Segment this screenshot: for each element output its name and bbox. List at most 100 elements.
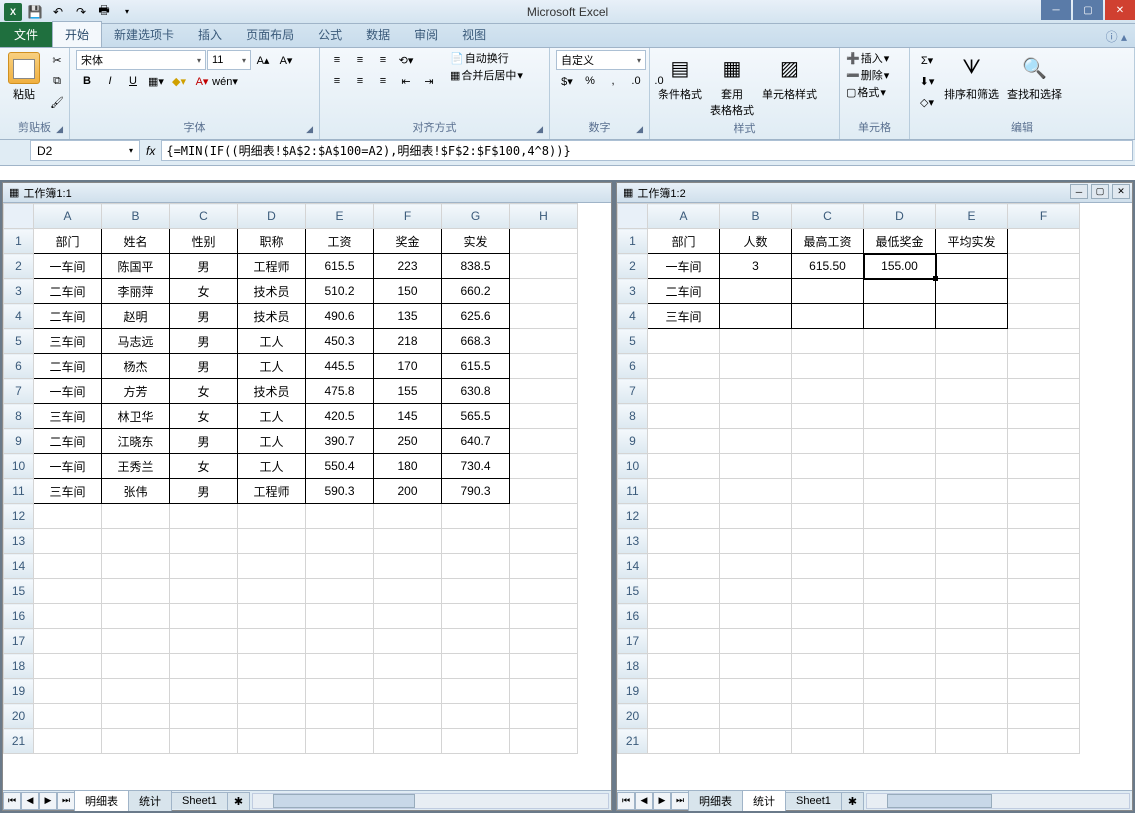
cell-A2[interactable]: 一车间 bbox=[34, 254, 102, 279]
cell-r-C5[interactable] bbox=[792, 329, 864, 354]
cell-H12[interactable] bbox=[510, 504, 578, 529]
tab-nav-last-r[interactable]: ⏭ bbox=[671, 792, 689, 810]
row-header-r-21[interactable]: 21 bbox=[618, 729, 648, 754]
cell-G8[interactable]: 565.5 bbox=[442, 404, 510, 429]
cell-r-F19[interactable] bbox=[1008, 679, 1080, 704]
tab-home[interactable]: 开始 bbox=[52, 21, 102, 47]
cell-r-B8[interactable] bbox=[720, 404, 792, 429]
cell-H19[interactable] bbox=[510, 679, 578, 704]
cell-r-B3[interactable] bbox=[720, 279, 792, 304]
cell-B2[interactable]: 陈国平 bbox=[102, 254, 170, 279]
cell-E15[interactable] bbox=[306, 579, 374, 604]
cell-r-B10[interactable] bbox=[720, 454, 792, 479]
tab-nav-first[interactable]: ⏮ bbox=[3, 792, 21, 810]
maximize-button[interactable]: ▢ bbox=[1073, 0, 1103, 20]
cell-B11[interactable]: 张伟 bbox=[102, 479, 170, 504]
col-header-E[interactable]: E bbox=[306, 204, 374, 229]
cell-r-E8[interactable] bbox=[936, 404, 1008, 429]
cell-F18[interactable] bbox=[374, 654, 442, 679]
cell-G14[interactable] bbox=[442, 554, 510, 579]
cell-r-F14[interactable] bbox=[1008, 554, 1080, 579]
row-header-r-19[interactable]: 19 bbox=[618, 679, 648, 704]
cell-r-F11[interactable] bbox=[1008, 479, 1080, 504]
cell-D3[interactable]: 技术员 bbox=[238, 279, 306, 304]
cell-r-E5[interactable] bbox=[936, 329, 1008, 354]
cell-H9[interactable] bbox=[510, 429, 578, 454]
cell-r-F5[interactable] bbox=[1008, 329, 1080, 354]
help-icon[interactable]: ⓘ ▴ bbox=[1106, 28, 1127, 45]
cell-r-F3[interactable] bbox=[1008, 279, 1080, 304]
sheet-tab-sheet1[interactable]: Sheet1 bbox=[171, 792, 228, 809]
cell-F1[interactable]: 奖金 bbox=[374, 229, 442, 254]
shrink-font-button[interactable]: A▾ bbox=[275, 50, 297, 70]
inc-decimal-button[interactable]: .0 bbox=[625, 71, 647, 91]
cell-r-E10[interactable] bbox=[936, 454, 1008, 479]
cell-r-A12[interactable] bbox=[648, 504, 720, 529]
cell-D2[interactable]: 工程师 bbox=[238, 254, 306, 279]
cell-r-F8[interactable] bbox=[1008, 404, 1080, 429]
row-header-r-11[interactable]: 11 bbox=[618, 479, 648, 504]
cell-r-C10[interactable] bbox=[792, 454, 864, 479]
minimize-button[interactable]: ─ bbox=[1041, 0, 1071, 20]
cell-E13[interactable] bbox=[306, 529, 374, 554]
row-header-r-4[interactable]: 4 bbox=[618, 304, 648, 329]
cell-E18[interactable] bbox=[306, 654, 374, 679]
cell-A4[interactable]: 二车间 bbox=[34, 304, 102, 329]
cell-r-B2[interactable]: 3 bbox=[720, 254, 792, 279]
cell-A15[interactable] bbox=[34, 579, 102, 604]
cell-F6[interactable]: 170 bbox=[374, 354, 442, 379]
cell-r-C20[interactable] bbox=[792, 704, 864, 729]
row-header-18[interactable]: 18 bbox=[4, 654, 34, 679]
cell-r-D7[interactable] bbox=[864, 379, 936, 404]
cell-A13[interactable] bbox=[34, 529, 102, 554]
cell-E4[interactable]: 490.6 bbox=[306, 304, 374, 329]
tab-nav-next-r[interactable]: ▶ bbox=[653, 792, 671, 810]
cell-A11[interactable]: 三车间 bbox=[34, 479, 102, 504]
cell-r-A13[interactable] bbox=[648, 529, 720, 554]
cell-r-E12[interactable] bbox=[936, 504, 1008, 529]
cell-D15[interactable] bbox=[238, 579, 306, 604]
border-button[interactable]: ▦▾ bbox=[145, 71, 167, 91]
cell-D21[interactable] bbox=[238, 729, 306, 754]
cell-r-D17[interactable] bbox=[864, 629, 936, 654]
cell-r-C18[interactable] bbox=[792, 654, 864, 679]
cell-C21[interactable] bbox=[170, 729, 238, 754]
row-header-r-3[interactable]: 3 bbox=[618, 279, 648, 304]
autosum-button[interactable]: Σ▾ bbox=[916, 50, 938, 70]
col-header-r-F[interactable]: F bbox=[1008, 204, 1080, 229]
cell-A6[interactable]: 二车间 bbox=[34, 354, 102, 379]
cell-C4[interactable]: 男 bbox=[170, 304, 238, 329]
cell-r-A7[interactable] bbox=[648, 379, 720, 404]
row-header-r-15[interactable]: 15 bbox=[618, 579, 648, 604]
cell-C1[interactable]: 性别 bbox=[170, 229, 238, 254]
cell-E12[interactable] bbox=[306, 504, 374, 529]
cell-B17[interactable] bbox=[102, 629, 170, 654]
cell-r-D5[interactable] bbox=[864, 329, 936, 354]
italic-button[interactable]: I bbox=[99, 71, 121, 91]
cell-r-F16[interactable] bbox=[1008, 604, 1080, 629]
new-sheet-button-r[interactable]: ✱ bbox=[841, 792, 864, 810]
row-header-r-5[interactable]: 5 bbox=[618, 329, 648, 354]
cell-D14[interactable] bbox=[238, 554, 306, 579]
bold-button[interactable]: B bbox=[76, 71, 98, 91]
cell-B13[interactable] bbox=[102, 529, 170, 554]
cell-r-D4[interactable] bbox=[864, 304, 936, 329]
cell-r-D11[interactable] bbox=[864, 479, 936, 504]
col-header-F[interactable]: F bbox=[374, 204, 442, 229]
cell-r-C1[interactable]: 最高工资 bbox=[792, 229, 864, 254]
cell-r-B15[interactable] bbox=[720, 579, 792, 604]
row-header-5[interactable]: 5 bbox=[4, 329, 34, 354]
row-header-10[interactable]: 10 bbox=[4, 454, 34, 479]
cell-r-A6[interactable] bbox=[648, 354, 720, 379]
cell-r-A14[interactable] bbox=[648, 554, 720, 579]
tab-view[interactable]: 视图 bbox=[450, 22, 498, 47]
cell-C8[interactable]: 女 bbox=[170, 404, 238, 429]
cell-B16[interactable] bbox=[102, 604, 170, 629]
cell-r-E1[interactable]: 平均实发 bbox=[936, 229, 1008, 254]
cell-B15[interactable] bbox=[102, 579, 170, 604]
cell-E7[interactable]: 475.8 bbox=[306, 379, 374, 404]
cell-D8[interactable]: 工人 bbox=[238, 404, 306, 429]
cell-E21[interactable] bbox=[306, 729, 374, 754]
cell-r-D19[interactable] bbox=[864, 679, 936, 704]
cell-A5[interactable]: 三车间 bbox=[34, 329, 102, 354]
